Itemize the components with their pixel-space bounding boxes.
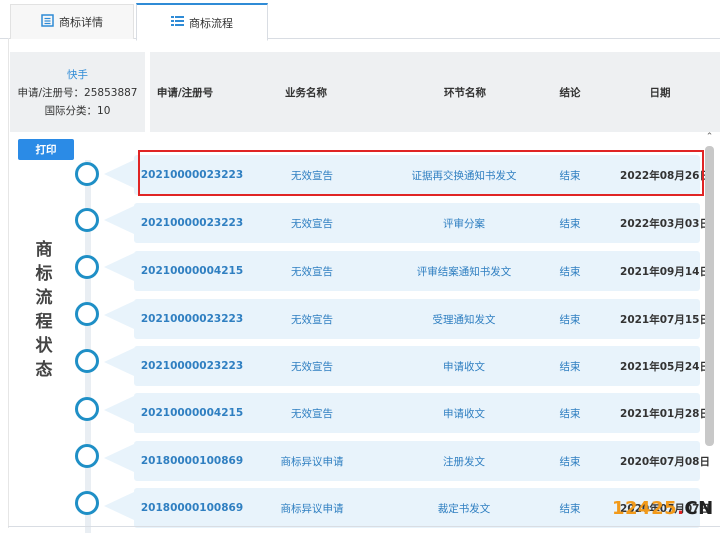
- step-name: 申请收文: [443, 360, 485, 373]
- timeline-node-icon: [75, 349, 99, 373]
- timeline-node-icon: [75, 491, 99, 515]
- result: 结束: [559, 265, 581, 278]
- list-item[interactable]: 20210000023223 无效宣告 受理通知发文 结束 2021年07月15…: [0, 296, 720, 340]
- step-name: 申请收文: [443, 407, 485, 420]
- header-business: 业务名称: [285, 86, 327, 99]
- watermark-cn: CN: [684, 498, 714, 519]
- result: 结束: [559, 502, 581, 515]
- registration-number: 申请/注册号：25853887: [17, 87, 138, 99]
- trademark-info: 快手 申请/注册号：25853887 国际分类：10: [10, 52, 145, 132]
- business-name: 商标异议申请: [280, 455, 344, 468]
- card-pointer: [104, 160, 134, 188]
- card-pointer: [104, 206, 134, 234]
- business-name: 无效宣告: [291, 313, 333, 326]
- timeline-node-icon: [75, 302, 99, 326]
- step-name: 裁定书发文: [437, 502, 491, 515]
- business-name: 无效宣告: [291, 407, 333, 420]
- timeline-node-icon: [75, 255, 99, 279]
- card-pointer: [104, 253, 134, 281]
- flow-card: 20210000023223 无效宣告 申请收文 结束 2021年05月24日: [134, 346, 710, 386]
- header-step: 环节名称: [444, 86, 486, 99]
- card-pointer: [104, 348, 134, 376]
- timeline-node-icon: [75, 208, 99, 232]
- result: 结束: [559, 360, 581, 373]
- list-item[interactable]: 20210000004215 无效宣告 申请收文 结束 2021年01月28日: [0, 391, 720, 435]
- result: 结束: [559, 407, 581, 420]
- card-pointer: [104, 444, 134, 472]
- list-icon: [171, 15, 184, 30]
- list-item[interactable]: 20210000023223 无效宣告 申请收文 结束 2021年05月24日: [0, 343, 720, 387]
- timeline-node-icon: [75, 397, 99, 421]
- result: 结束: [559, 313, 581, 326]
- app-number: 20210000023223: [140, 360, 244, 372]
- header-date: 日期: [649, 86, 671, 99]
- highlight-box: [138, 150, 704, 196]
- app-number: 20210000023223: [140, 313, 244, 325]
- card-pointer: [104, 301, 134, 329]
- list-item[interactable]: 20210000023223 无效宣告 评审分案 结束 2022年03月03日: [0, 201, 720, 245]
- document-icon: [41, 14, 54, 30]
- flow-card: 20210000004215 无效宣告 申请收文 结束 2021年01月28日: [134, 393, 710, 433]
- scrollbar-thumb[interactable]: [705, 146, 714, 446]
- app-number: 20210000004215: [140, 407, 244, 419]
- app-number: 20180000100869: [140, 502, 244, 514]
- step-name: 注册发文: [443, 455, 485, 468]
- bottom-border: [8, 526, 720, 527]
- business-name: 无效宣告: [291, 217, 333, 230]
- business-name: 商标异议申请: [280, 502, 344, 515]
- timeline-node-icon: [75, 444, 99, 468]
- card-pointer: [104, 492, 134, 520]
- list-item[interactable]: 20210000004215 无效宣告 评审结案通知书发文 结束 2021年09…: [0, 248, 720, 292]
- result: 结束: [559, 455, 581, 468]
- step-name: 评审结案通知书发文: [416, 265, 512, 278]
- tab-trademark-detail[interactable]: 商标详情: [10, 4, 134, 39]
- result: 结束: [559, 217, 581, 230]
- card-pointer: [104, 396, 134, 424]
- step-name: 评审分案: [443, 217, 485, 230]
- scrollbar[interactable]: ⌃: [703, 130, 716, 528]
- step-name: 受理通知发文: [432, 313, 496, 326]
- tab-bar: 商标详情 商标流程: [0, 0, 720, 41]
- list-item[interactable]: 20180000100869 商标异议申请 注册发文 结束 2020年07月08…: [0, 438, 720, 482]
- timeline-node-icon: [75, 162, 99, 186]
- header-reg-no: 申请/注册号: [156, 86, 214, 99]
- watermark-logo: 12425.CN: [612, 498, 714, 519]
- app-number: 20210000023223: [140, 217, 244, 229]
- tab-flow-label: 商标流程: [189, 16, 233, 30]
- scroll-up-icon[interactable]: ⌃: [703, 130, 716, 144]
- business-name: 无效宣告: [291, 265, 333, 278]
- flow-card: 20210000023223 无效宣告 受理通知发文 结束 2021年07月15…: [134, 299, 710, 339]
- header-result: 结论: [559, 86, 581, 99]
- watermark-number: 12425: [612, 498, 678, 519]
- app-number: 20180000100869: [140, 455, 244, 467]
- tab-detail-label: 商标详情: [59, 16, 103, 29]
- business-name: 无效宣告: [291, 360, 333, 373]
- app-number: 20210000004215: [140, 265, 244, 277]
- flow-card: 20180000100869 商标异议申请 注册发文 结束 2020年07月08…: [134, 441, 710, 481]
- owner-name: 快手: [67, 69, 88, 81]
- flow-card: 20210000023223 无效宣告 评审分案 结束 2022年03月03日: [134, 203, 710, 243]
- tab-trademark-flow[interactable]: 商标流程: [136, 3, 268, 41]
- flow-card: 20210000004215 无效宣告 评审结案通知书发文 结束 2021年09…: [134, 251, 710, 291]
- international-class: 国际分类：10: [44, 105, 111, 117]
- table-header: 申请/注册号 业务名称 环节名称 结论 日期: [150, 52, 720, 132]
